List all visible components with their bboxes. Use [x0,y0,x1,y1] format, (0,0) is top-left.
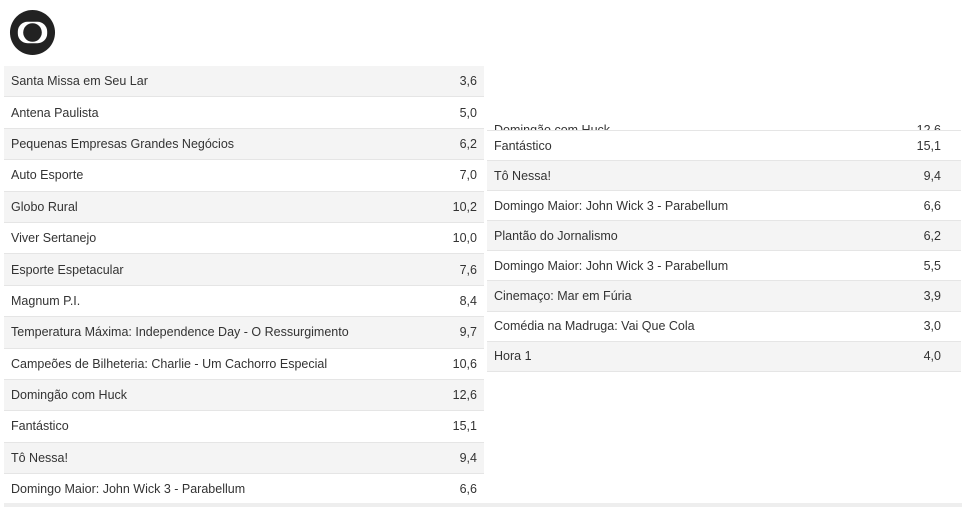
table-row: Hora 1 4,0 [487,341,961,372]
program-name: Domingo Maior: John Wick 3 - Parabellum [494,198,729,213]
table-row: Auto Esporte 7,0 [4,160,484,192]
rating-value: 6,2 [459,136,477,151]
program-name: Viver Sertanejo [11,231,97,246]
program-name: Domingo Maior: John Wick 3 - Parabellum [494,258,729,273]
program-name: Globo Rural [11,199,78,214]
rating-value: 7,6 [459,262,477,277]
rating-value: 15,1 [452,419,477,434]
rating-value: 6,2 [923,228,941,243]
rating-value: 5,5 [923,258,941,273]
table-row: Fantástico 15,1 [4,411,484,443]
table-row: Plantão do Jornalismo 6,2 [487,221,961,252]
program-name: Cinemaço: Mar em Fúria [494,289,632,304]
program-name: Tô Nessa! [494,168,551,183]
globo-logo-icon [9,9,56,56]
rating-value: 10,0 [452,231,477,246]
table-row: Pequenas Empresas Grandes Negócios 6,2 [4,128,484,161]
program-name: Plantão do Jornalismo [494,228,618,243]
table-row: Fantástico 15,1 [487,131,961,162]
program-name: Tô Nessa! [11,450,68,465]
rating-value: 6,6 [459,482,477,497]
rating-value: 3,6 [459,74,477,89]
table-row: Domingão com Huck 12,6 [4,379,484,412]
table-row: Domingo Maior: John Wick 3 - Parabellum 6… [4,474,484,506]
rating-value: 9,4 [459,450,477,465]
table-row: Antena Paulista 5,0 [4,97,484,129]
program-name: Auto Esporte [11,168,84,183]
ratings-table-left: Santa Missa em Seu Lar 3,6 Antena Paulista… [4,66,484,506]
rating-value: 7,0 [459,168,477,183]
program-name: Esporte Espetacular [11,262,124,277]
program-name: Domingão com Huck [494,123,611,131]
table-row: Domingão com Huck 12,6 [487,117,961,131]
page-edge [4,503,962,507]
table-row: Domingo Maior: John Wick 3 - Parabellum 5… [487,251,961,282]
table-row: Tô Nessa! 9,4 [4,442,484,475]
program-name: Campeões de Bilheteria: Charlie - Um Cac… [11,356,328,371]
rating-value: 5,0 [459,105,477,120]
program-name: Santa Missa em Seu Lar [11,74,148,89]
table-row: Magnum P.I. 8,4 [4,285,484,318]
table-row: Globo Rural 10,2 [4,191,484,223]
table-row: Tô Nessa! 9,4 [487,161,961,192]
rating-value: 6,6 [923,198,941,213]
program-name: Pequenas Empresas Grandes Negócios [11,136,235,151]
program-name: Antena Paulista [11,105,99,120]
program-name: Domingo Maior: John Wick 3 - Parabellum [11,482,246,497]
table-row: Santa Missa em Seu Lar 3,6 [4,66,484,98]
program-name: Fantástico [11,419,69,434]
table-row: Comédia na Madruga: Vai Que Cola 3,0 [487,311,961,342]
program-name: Hora 1 [494,349,532,364]
rating-value: 15,1 [916,138,941,153]
rating-value: 9,4 [923,168,941,183]
rating-value: 3,9 [923,289,941,304]
program-name: Domingão com Huck [11,388,128,403]
rating-value: 9,7 [459,325,477,340]
ratings-table-right: Domingão com Huck 12,6 Fantástico 15,1 Tô … [487,117,961,382]
rating-value: 10,6 [452,356,477,371]
rating-value: 12,6 [916,123,941,131]
table-row: Esporte Espetacular 7,6 [4,254,484,286]
table-row: Domingo Maior: John Wick 3 - Parabellum 6… [487,191,961,222]
rating-value: 4,0 [923,349,941,364]
table-row: Temperatura Máxima: Independence Day - O… [4,317,484,349]
table-row: Viver Sertanejo 10,0 [4,222,484,255]
table-row: Cinemaço: Mar em Fúria 3,9 [487,281,961,312]
program-name: Temperatura Máxima: Independence Day - O… [11,325,349,340]
rating-value: 3,0 [923,319,941,334]
rating-value: 8,4 [459,293,477,308]
program-name: Magnum P.I. [11,293,81,308]
rating-value: 10,2 [452,199,477,214]
rating-value: 12,6 [452,388,477,403]
program-name: Comédia na Madruga: Vai Que Cola [494,319,695,334]
table-row: Campeões de Bilheteria: Charlie - Um Cac… [4,348,484,380]
program-name: Fantástico [494,138,552,153]
